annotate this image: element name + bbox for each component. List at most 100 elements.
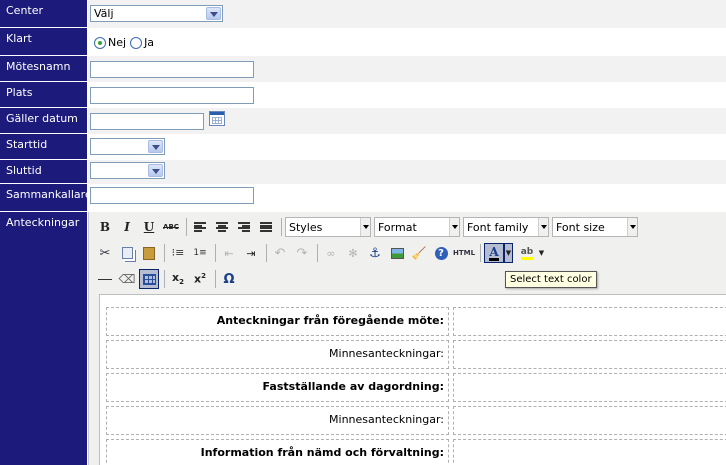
galler-datum-input[interactable] bbox=[90, 113, 204, 130]
paste-button[interactable] bbox=[139, 243, 159, 263]
calendar-icon[interactable] bbox=[209, 111, 225, 126]
motesnamn-input[interactable] bbox=[90, 61, 254, 78]
redo-button[interactable]: ↷ bbox=[292, 243, 312, 263]
plats-input[interactable] bbox=[90, 87, 254, 104]
text-color-dropdown[interactable]: ▼ bbox=[504, 243, 513, 263]
format-dropdown[interactable]: Format bbox=[374, 217, 460, 237]
undo-icon: ↶ bbox=[274, 245, 286, 261]
row-sammankallare: Sammankallare bbox=[0, 184, 726, 212]
starttid-label: Starttid bbox=[0, 134, 87, 160]
chevron-down-icon bbox=[148, 164, 163, 177]
table-row: Information från nämd och förvaltning: bbox=[106, 439, 726, 465]
chevron-down-icon bbox=[449, 218, 459, 236]
center-select[interactable]: Välj bbox=[90, 5, 223, 22]
table-cell-label[interactable]: Information från nämd och förvaltning: bbox=[106, 439, 449, 465]
table-row: Fastställande av dagordning: bbox=[106, 373, 726, 402]
klart-radio-group: Nej Ja bbox=[94, 36, 158, 49]
help-button[interactable]: ? bbox=[431, 243, 451, 263]
chevron-down-icon bbox=[148, 140, 163, 153]
unlink-button[interactable]: ✻ bbox=[343, 243, 363, 263]
undo-button[interactable]: ↶ bbox=[270, 243, 290, 263]
copy-button[interactable] bbox=[117, 243, 137, 263]
omega-icon: Ω bbox=[223, 271, 235, 287]
image-icon bbox=[390, 247, 404, 259]
radio-ja[interactable] bbox=[130, 36, 143, 49]
table-cell-value[interactable] bbox=[453, 340, 726, 369]
table-button[interactable] bbox=[139, 269, 159, 289]
numbered-list-icon: 1≡ bbox=[193, 248, 207, 258]
center-select-value: Välj bbox=[94, 7, 114, 20]
align-justify-button[interactable] bbox=[256, 217, 276, 237]
sammankallare-input[interactable] bbox=[90, 187, 254, 204]
row-klart: Klart Nej Ja bbox=[0, 28, 726, 56]
editor-content-area[interactable]: Anteckningar från föregående möte: Minne… bbox=[99, 294, 726, 465]
editor-toolbar-1: B I U ABC Styles Format Font family Font… bbox=[95, 216, 641, 238]
table-cell-label[interactable]: Fastställande av dagordning: bbox=[106, 373, 449, 402]
special-char-button[interactable]: Ω bbox=[219, 269, 239, 289]
anchor-button[interactable]: ⚓ bbox=[365, 243, 385, 263]
background-color-button[interactable]: ab bbox=[517, 243, 537, 263]
html-source-button[interactable]: HTML bbox=[453, 243, 475, 263]
indent-button[interactable]: ⇥ bbox=[241, 243, 261, 263]
table-cell-value[interactable] bbox=[453, 439, 726, 465]
outdent-button[interactable]: ⇤ bbox=[219, 243, 239, 263]
toolbar-separator bbox=[281, 218, 282, 236]
numbered-list-button[interactable]: 1≡ bbox=[190, 243, 210, 263]
font-family-dropdown[interactable]: Font family bbox=[463, 217, 549, 237]
link-button[interactable]: ∞ bbox=[321, 243, 341, 263]
chevron-down-icon bbox=[627, 218, 637, 236]
radio-ja-label: Ja bbox=[144, 36, 155, 49]
table-cell-value[interactable] bbox=[453, 307, 726, 336]
starttid-select[interactable] bbox=[90, 138, 165, 155]
horizontal-rule-button[interactable] bbox=[95, 269, 115, 289]
align-center-button[interactable] bbox=[212, 217, 232, 237]
chevron-down-icon: ▼ bbox=[505, 249, 512, 257]
table-cell-label[interactable]: Anteckningar från föregående möte: bbox=[106, 307, 449, 336]
table-cell-value[interactable] bbox=[453, 373, 726, 402]
toolbar-separator bbox=[215, 244, 216, 262]
subscript-button[interactable]: x2 bbox=[168, 269, 188, 289]
chevron-down-icon: ▼ bbox=[538, 249, 545, 257]
chevron-down-icon bbox=[538, 218, 548, 236]
bold-button[interactable]: B bbox=[95, 217, 115, 237]
image-button[interactable] bbox=[387, 243, 407, 263]
align-right-icon bbox=[238, 222, 250, 232]
align-left-button[interactable] bbox=[190, 217, 210, 237]
center-label: Center bbox=[0, 0, 87, 28]
styles-dropdown[interactable]: Styles bbox=[285, 217, 371, 237]
align-justify-icon bbox=[260, 222, 272, 232]
row-starttid: Starttid bbox=[0, 134, 726, 160]
cut-button[interactable]: ✂ bbox=[95, 243, 115, 263]
radio-nej[interactable] bbox=[94, 36, 106, 49]
chevron-down-icon bbox=[360, 218, 370, 236]
background-color-dropdown[interactable]: ▼ bbox=[537, 243, 546, 263]
table-cell-value[interactable] bbox=[453, 406, 726, 435]
row-plats: Plats bbox=[0, 82, 726, 108]
align-right-button[interactable] bbox=[234, 217, 254, 237]
bullet-list-button[interactable]: ⁝≡ bbox=[168, 243, 188, 263]
align-left-icon bbox=[194, 222, 206, 232]
text-color-button[interactable]: A bbox=[484, 243, 504, 263]
bullet-list-icon: ⁝≡ bbox=[171, 246, 185, 259]
table-row: Anteckningar från föregående möte: bbox=[106, 307, 726, 336]
table-cell-label[interactable]: Minnesanteckningar: bbox=[106, 340, 449, 369]
toolbar-separator bbox=[164, 244, 165, 262]
highlight-color-icon: ab bbox=[520, 247, 534, 260]
cleanup-button[interactable]: 🧹 bbox=[409, 243, 429, 263]
sluttid-select[interactable] bbox=[90, 162, 165, 179]
underline-button[interactable]: U bbox=[139, 217, 159, 237]
indent-icon: ⇥ bbox=[246, 246, 256, 260]
chevron-down-icon bbox=[206, 7, 221, 20]
outdent-icon: ⇤ bbox=[224, 246, 234, 260]
strikethrough-button[interactable]: ABC bbox=[161, 217, 181, 237]
table-cell-label[interactable]: Minnesanteckningar: bbox=[106, 406, 449, 435]
font-size-dropdown[interactable]: Font size bbox=[552, 217, 638, 237]
superscript-icon: x2 bbox=[194, 272, 206, 286]
superscript-button[interactable]: x2 bbox=[190, 269, 210, 289]
remove-format-button[interactable]: ⌫ bbox=[117, 269, 137, 289]
klart-label: Klart bbox=[0, 28, 87, 56]
text-color-icon: A bbox=[489, 244, 499, 261]
italic-button[interactable]: I bbox=[117, 217, 137, 237]
motesnamn-label: Mötesnamn bbox=[0, 56, 87, 82]
editor-toolbar-2: ✂ ⁝≡ 1≡ ⇤ ⇥ ↶ ↷ ∞ ✻ ⚓ 🧹 ? HTML A ▼ ab ▼ bbox=[95, 242, 548, 264]
